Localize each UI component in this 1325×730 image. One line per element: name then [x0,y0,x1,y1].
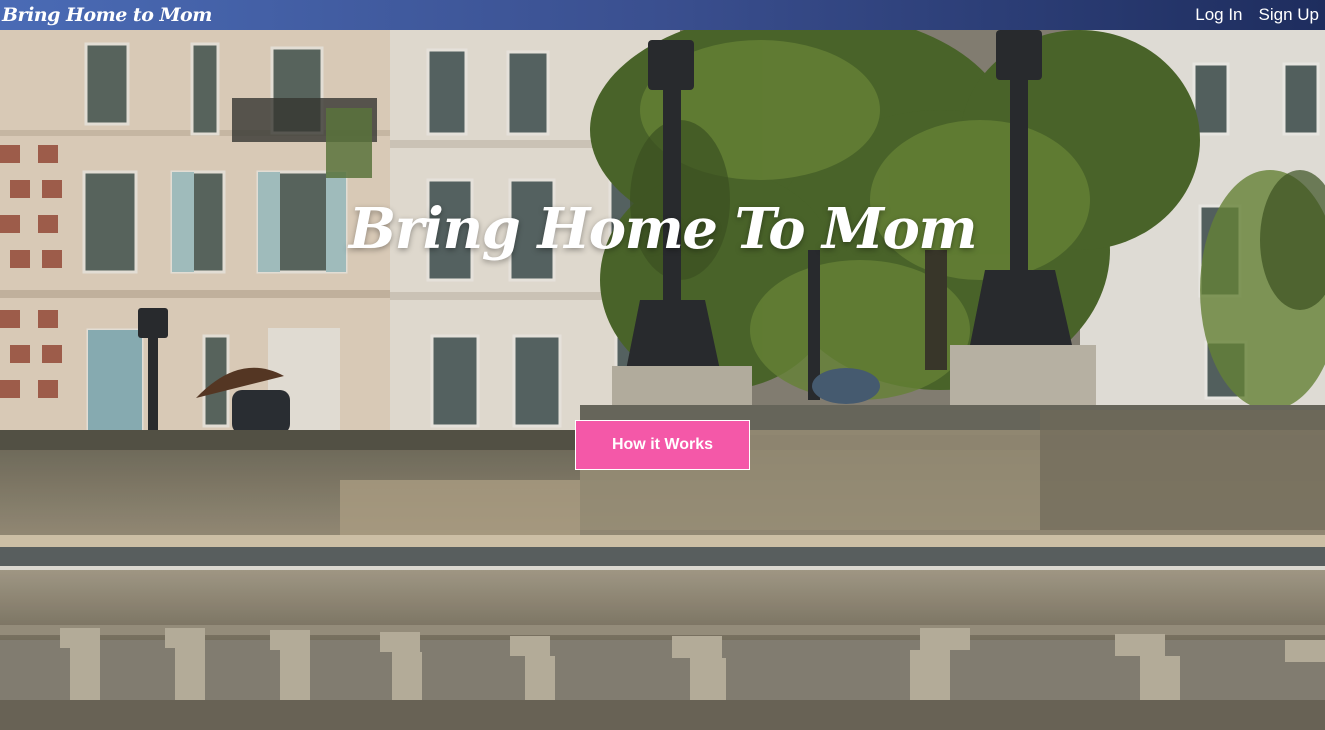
how-it-works-button[interactable]: How it Works [575,420,750,470]
hero-title: Bring Home To Mom [348,196,978,262]
landing-page: Bring Home to Mom Log In Sign Up Bring H… [0,0,1325,730]
nav-links: Log In Sign Up [1195,5,1319,25]
signup-link[interactable]: Sign Up [1259,5,1319,25]
top-navbar: Bring Home to Mom Log In Sign Up [0,0,1325,30]
hero-overlay [0,0,1325,730]
login-link[interactable]: Log In [1195,5,1242,25]
brand-logo-link[interactable]: Bring Home to Mom [2,4,212,26]
